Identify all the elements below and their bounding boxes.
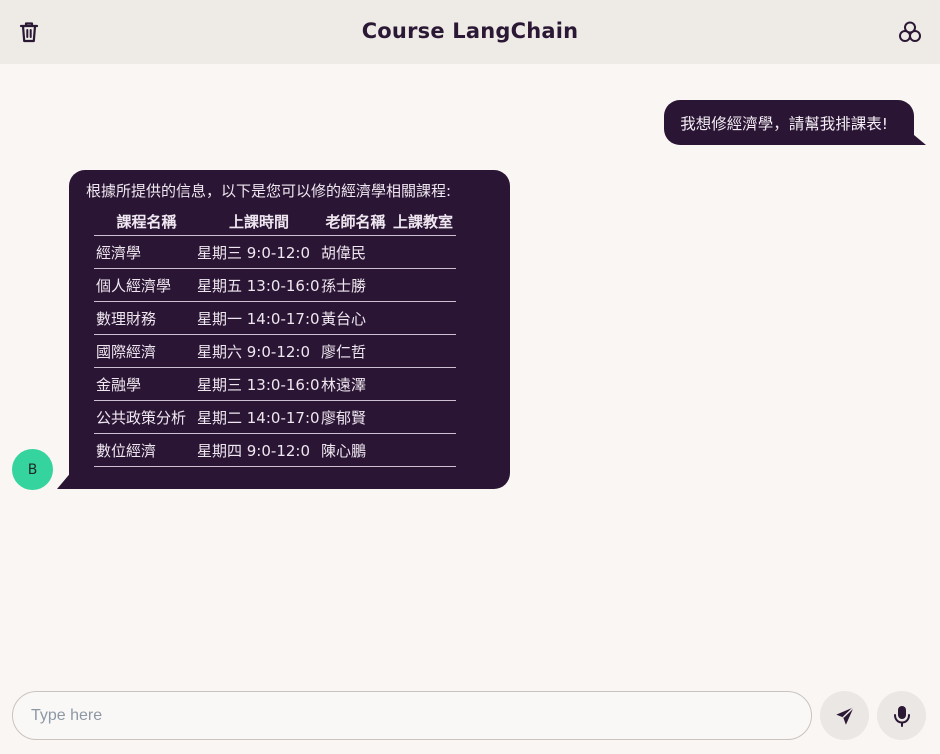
teacher-cell: 廖郁賢 (321, 400, 390, 434)
room-cell (390, 301, 456, 335)
course-cell: 經濟學 (94, 235, 197, 269)
room-cell (390, 268, 456, 302)
bot-intro-text: 根據所提供的信息，以下是您可以修的經濟學相關課程: (86, 182, 452, 200)
room-cell (390, 433, 456, 467)
group-icon (899, 21, 921, 42)
column-header-course: 課程名稱 (94, 209, 197, 236)
teacher-cell: 黃台心 (321, 301, 390, 335)
time-cell: 星期四 9:0-12:0 (197, 433, 321, 467)
column-header-room: 上課教室 (390, 209, 456, 236)
time-cell: 星期三 9:0-12:0 (197, 235, 321, 269)
course-cell: 個人經濟學 (94, 268, 197, 302)
teacher-cell: 孫士勝 (321, 268, 390, 302)
table-row: 經濟學 星期三 9:0-12:0 胡偉民 (94, 235, 456, 269)
teacher-cell: 林遠澤 (321, 367, 390, 401)
teacher-cell: 陳心鵬 (321, 433, 390, 467)
course-cell: 數位經濟 (94, 433, 197, 467)
table-row: 個人經濟學 星期五 13:0-16:0 孫士勝 (94, 268, 456, 302)
time-cell: 星期五 13:0-16:0 (197, 268, 321, 302)
table-row: 數位經濟 星期四 9:0-12:0 陳心鵬 (94, 433, 456, 467)
table-row: 數理財務 星期一 14:0-17:0 黃台心 (94, 301, 456, 335)
user-message-tail (908, 130, 926, 145)
page-title: Course LangChain (361, 19, 579, 43)
send-icon (835, 706, 854, 725)
table-row: 金融學 星期三 13:0-16:0 林遠澤 (94, 367, 456, 401)
send-button[interactable] (820, 691, 869, 740)
time-cell: 星期六 9:0-12:0 (197, 334, 321, 368)
bot-message: 根據所提供的信息，以下是您可以修的經濟學相關課程: 課程名稱 上課時間 老師名稱… (69, 170, 510, 489)
course-cell: 金融學 (94, 367, 197, 401)
group-button[interactable] (892, 14, 928, 50)
room-cell (390, 334, 456, 368)
time-cell: 星期二 14:0-17:0 (197, 400, 321, 434)
time-cell: 星期一 14:0-17:0 (197, 301, 321, 335)
room-cell (390, 400, 456, 434)
app-header: Course LangChain (0, 0, 940, 64)
course-cell: 國際經濟 (94, 334, 197, 368)
table-header-row: 課程名稱 上課時間 老師名稱 上課教室 (94, 209, 456, 236)
course-cell: 數理財務 (94, 301, 197, 335)
microphone-button[interactable] (877, 691, 926, 740)
table-row: 公共政策分析 星期二 14:0-17:0 廖郁賢 (94, 400, 456, 434)
column-header-time: 上課時間 (197, 209, 321, 236)
room-cell (390, 235, 456, 269)
avatar-initial: B (27, 461, 38, 478)
user-message: 我想修經濟學，請幫我排課表! (664, 100, 914, 145)
time-cell: 星期三 13:0-16:0 (197, 367, 321, 401)
message-input[interactable] (12, 691, 812, 740)
course-table: 課程名稱 上課時間 老師名稱 上課教室 經濟學 星期三 9:0-12:0 胡偉民… (94, 209, 456, 467)
column-header-teacher: 老師名稱 (321, 209, 390, 236)
bot-message-tail (57, 470, 73, 489)
bot-avatar: B (12, 449, 53, 490)
course-cell: 公共政策分析 (94, 400, 197, 434)
room-cell (390, 367, 456, 401)
table-row: 國際經濟 星期六 9:0-12:0 廖仁哲 (94, 334, 456, 368)
microphone-icon (893, 705, 910, 727)
teacher-cell: 廖仁哲 (321, 334, 390, 368)
user-message-text: 我想修經濟學，請幫我排課表! (680, 114, 888, 133)
teacher-cell: 胡偉民 (321, 235, 390, 269)
